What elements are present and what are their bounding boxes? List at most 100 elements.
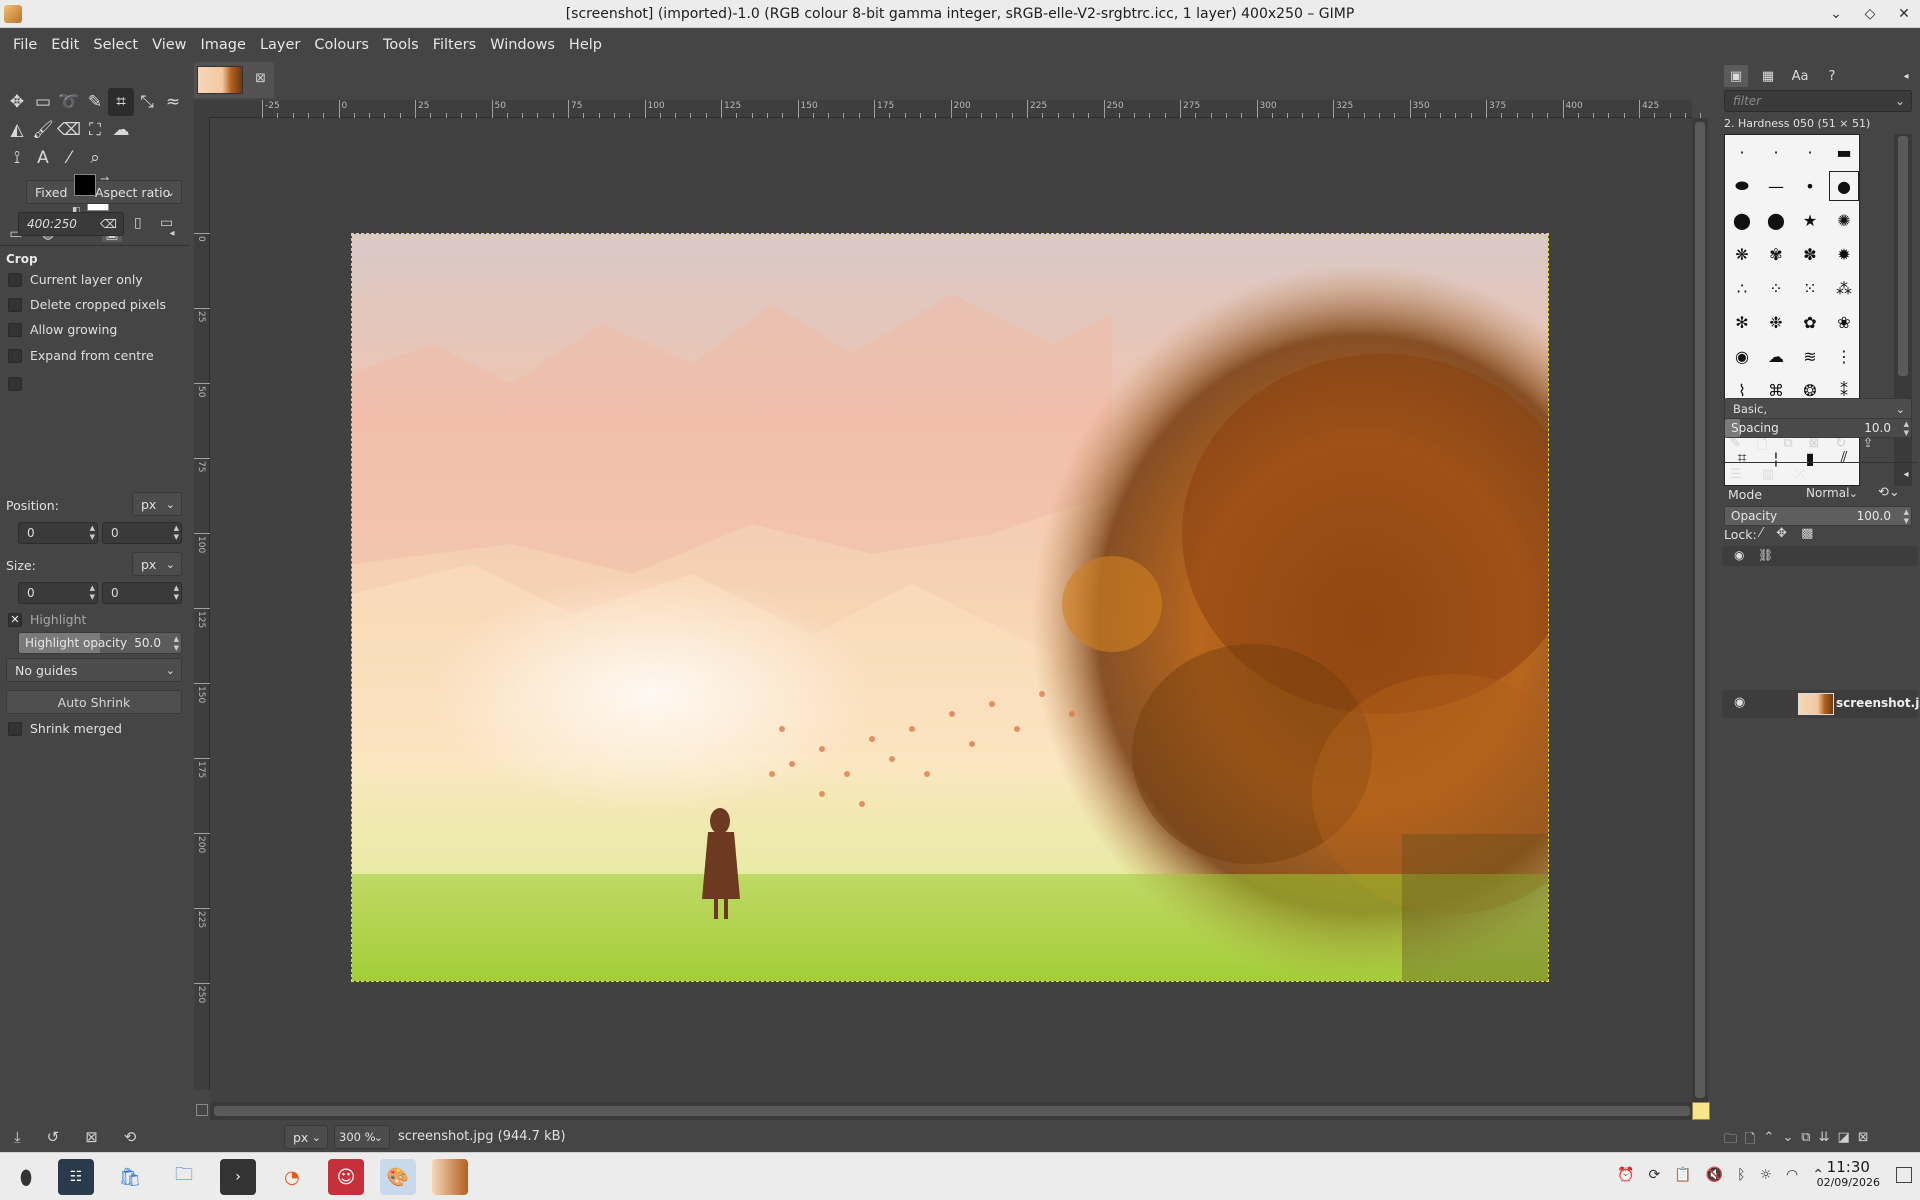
system-settings-icon[interactable]: ☷	[58, 1159, 94, 1195]
firefox-icon[interactable]: ◔	[274, 1159, 310, 1195]
file-manager-icon[interactable]: 🗀	[166, 1159, 202, 1195]
warp-tool-icon[interactable]: ≈	[160, 88, 186, 116]
delete-cropped-pixels-checkbox[interactable]: Delete cropped pixels	[8, 297, 166, 312]
chevron-down-icon[interactable]: ⌄	[1895, 94, 1905, 108]
checkbox-box[interactable]	[8, 272, 22, 287]
vertical-ruler[interactable]: 0 25 50 75 100 125 150 175 200 225 250	[194, 118, 210, 1090]
image-canvas[interactable]	[351, 233, 1549, 982]
layers-tab-icon[interactable]: ☰	[1724, 464, 1748, 486]
lasso-tool-icon[interactable]: ➰	[56, 88, 82, 116]
patterns-tab-icon[interactable]: ▦	[1756, 65, 1780, 87]
brush-hardness-050[interactable]: ●	[1827, 169, 1861, 203]
lock-alpha-icon[interactable]: ▩	[1801, 526, 1813, 541]
lock-pixels-icon[interactable]: ⁄	[1760, 526, 1762, 541]
spinner-icon[interactable]: ▲ ▼	[174, 635, 179, 653]
help-tab-icon[interactable]: ?	[1820, 65, 1844, 87]
layer-mode-dropdown[interactable]: Normal ⌄	[1798, 482, 1864, 504]
crop-tool-icon[interactable]: ⌗	[108, 88, 134, 116]
brush-soft[interactable]: •	[1793, 169, 1827, 203]
switch-mode-group-icon[interactable]: ⟲⌄	[1878, 485, 1900, 500]
notifications-icon[interactable]: ⏰	[1617, 1167, 1634, 1183]
brush-line[interactable]: —	[1759, 169, 1793, 203]
aspect-ratio-input[interactable]: 400:250 ⌫	[18, 212, 124, 236]
ghost-app-icon[interactable]: ☺	[328, 1159, 364, 1195]
spinner-icon[interactable]: ▲ ▼	[90, 524, 95, 542]
color-picker-tool-icon[interactable]: ⁄	[56, 144, 82, 172]
spinner-icon[interactable]: ▲ ▼	[1904, 420, 1909, 437]
minimize-icon[interactable]: ⌄	[1826, 4, 1846, 24]
add-mask-icon[interactable]: ◪	[1837, 1130, 1849, 1152]
navigate-image-button[interactable]	[1692, 1102, 1710, 1120]
clipboard-icon[interactable]: 📋	[1674, 1167, 1691, 1183]
brush-texture[interactable]: ⁘	[1759, 271, 1793, 305]
brush-pixel[interactable]: ·	[1725, 135, 1759, 169]
scrollbar-thumb[interactable]	[1898, 136, 1908, 376]
foreground-color[interactable]	[74, 174, 96, 196]
quick-mask-toggle[interactable]	[196, 1104, 208, 1116]
delete-options-icon[interactable]: ⊠	[85, 1128, 98, 1146]
layer-name[interactable]: screenshot.jp	[1836, 696, 1920, 710]
current-layer-only-checkbox[interactable]: Current layer only	[8, 272, 143, 287]
text-tool-icon[interactable]: A	[30, 144, 56, 172]
brush-texture[interactable]: ✾	[1759, 237, 1793, 271]
menu-file[interactable]: File	[6, 37, 44, 53]
network-icon[interactable]: ◠	[1786, 1167, 1798, 1183]
brush-hard-large[interactable]: ⬤	[1759, 203, 1793, 237]
clear-field-icon[interactable]: ⌫	[100, 217, 117, 231]
image-window-task-icon[interactable]	[432, 1159, 468, 1195]
brush-texture[interactable]: ⋮	[1827, 339, 1861, 373]
brush-texture[interactable]: ∴	[1725, 271, 1759, 305]
menu-layer[interactable]: Layer	[253, 37, 307, 53]
move-tool-icon[interactable]: ✥	[4, 88, 30, 116]
delete-layer-icon[interactable]: ⊠	[1858, 1130, 1869, 1152]
brush-texture[interactable]: ❉	[1759, 305, 1793, 339]
close-icon[interactable]: ✕	[1894, 4, 1914, 24]
paths-tool-icon[interactable]: ⟟	[4, 144, 30, 172]
menu-image[interactable]: Image	[194, 37, 253, 53]
show-desktop-icon[interactable]	[1896, 1167, 1912, 1183]
fonts-tab-icon[interactable]: Aa	[1788, 65, 1812, 87]
brush-preset-dropdown[interactable]: Basic, ⌄	[1724, 398, 1912, 420]
spinner-icon[interactable]: ▲ ▼	[174, 524, 179, 542]
checkbox-box[interactable]	[8, 348, 22, 363]
horizontal-scrollbar[interactable]	[210, 1102, 1692, 1120]
menu-edit[interactable]: Edit	[44, 37, 86, 53]
size-unit-dropdown[interactable]: px ⌄	[132, 552, 182, 576]
brush-texture[interactable]: ☁	[1759, 339, 1793, 373]
fixed-aspect-dropdown[interactable]: Fixed Aspect ratio ⌄	[26, 180, 182, 204]
paintbrush-tool-icon[interactable]: 🖌	[30, 116, 56, 144]
fixed-checkbox[interactable]	[8, 377, 22, 391]
brush-texture[interactable]: ≋	[1793, 339, 1827, 373]
position-x-input[interactable]: 0 ▲ ▼	[18, 522, 98, 544]
landscape-icon[interactable]: ▭	[160, 215, 173, 231]
position-y-input[interactable]: 0 ▲ ▼	[102, 522, 182, 544]
brush-texture[interactable]: ✿	[1793, 305, 1827, 339]
menu-view[interactable]: View	[145, 37, 193, 53]
restore-options-icon[interactable]: ↺	[47, 1128, 60, 1146]
image-tab[interactable]: ⊠	[194, 62, 274, 98]
portrait-icon[interactable]: ▯	[134, 215, 142, 231]
eye-icon[interactable]: ◉	[1734, 695, 1745, 710]
layer-row[interactable]: ◉ screenshot.jp	[1722, 690, 1920, 718]
update-icon[interactable]: ⟳	[1648, 1167, 1660, 1183]
dock-menu-icon[interactable]: ◂	[1894, 464, 1918, 486]
maximize-icon[interactable]: ◇	[1860, 4, 1880, 24]
spacing-slider[interactable]: Spacing 10.0 ▲ ▼	[1724, 418, 1912, 438]
spinner-icon[interactable]: ▲ ▼	[90, 584, 95, 602]
new-brush-icon[interactable]: 🗋	[1757, 436, 1767, 458]
open-brush-as-image-icon[interactable]: ⇪	[1862, 436, 1873, 458]
status-unit-dropdown[interactable]: px ⌄	[284, 1125, 328, 1149]
allow-growing-checkbox[interactable]: Allow growing	[8, 322, 117, 337]
position-unit-dropdown[interactable]: px ⌄	[132, 492, 182, 516]
close-image-tab-icon[interactable]: ⊠	[255, 71, 266, 86]
edit-brush-icon[interactable]: ✎	[1730, 436, 1741, 458]
brushes-tab-icon[interactable]: ▣	[1724, 65, 1748, 87]
highlight-opacity-slider[interactable]: Highlight opacity 50.0 ▲ ▼	[18, 632, 182, 654]
discover-store-icon[interactable]: 🛍	[112, 1159, 148, 1195]
spinner-icon[interactable]: ▲ ▼	[174, 584, 179, 602]
fuzzy-select-tool-icon[interactable]: ✎	[82, 88, 108, 116]
delete-brush-icon[interactable]: ⊠	[1809, 436, 1820, 458]
volume-muted-icon[interactable]: 🔇	[1706, 1167, 1723, 1183]
clone-tool-icon[interactable]: ⛶	[82, 116, 108, 144]
spinner-icon[interactable]: ▲ ▼	[1904, 508, 1909, 525]
